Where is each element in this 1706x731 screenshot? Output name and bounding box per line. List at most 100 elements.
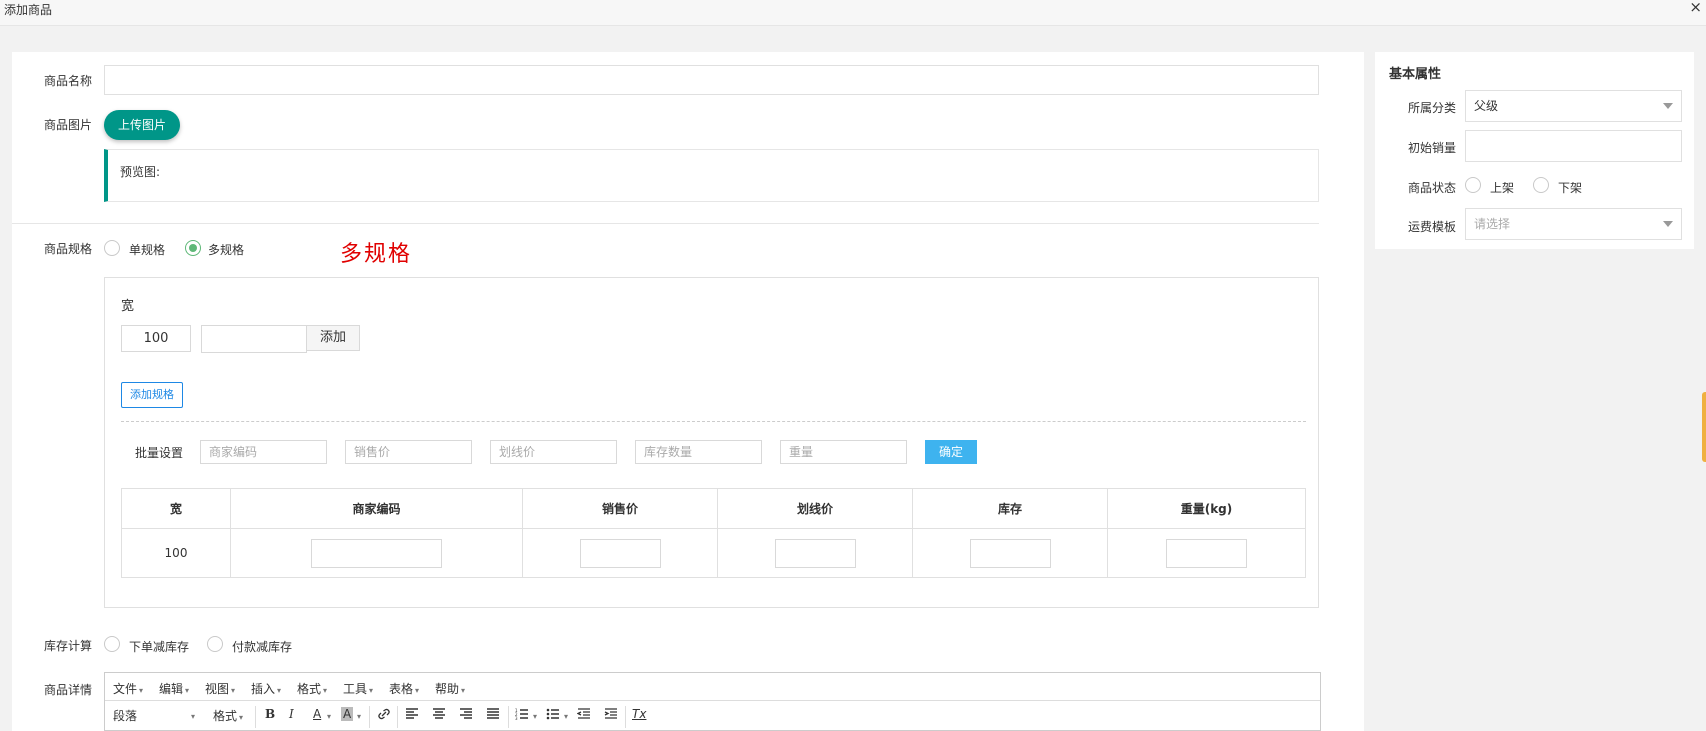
section-divider bbox=[12, 223, 1319, 224]
align-right-icon[interactable] bbox=[459, 707, 473, 724]
batch-sale-price-input[interactable]: 销售价 bbox=[345, 440, 472, 464]
font-color-icon[interactable]: A bbox=[313, 707, 321, 721]
product-name-input[interactable] bbox=[104, 65, 1319, 95]
spec-value-tag[interactable]: 100 bbox=[121, 325, 191, 352]
sku-table: 宽 商家编码 销售价 划线价 库存 重量(kg) 100 bbox=[121, 488, 1306, 578]
deduct-on-payment-label: 付款减库存 bbox=[232, 640, 293, 654]
editor-menubar: 文件 ▾ 编辑 ▾ 视图 ▾ 插入 ▾ 格式 ▾ 工具 ▾ 表格 ▾ 帮助 ▾ bbox=[105, 673, 1320, 701]
side-tab-handle[interactable] bbox=[1702, 392, 1706, 462]
menu-edit[interactable]: 编辑 ▾ bbox=[159, 680, 189, 697]
chevron-down-icon bbox=[1663, 221, 1673, 227]
batch-stock-input[interactable]: 库存数量 bbox=[635, 440, 762, 464]
paragraph-select[interactable]: 段落 bbox=[113, 707, 137, 724]
category-select[interactable]: 父级 bbox=[1465, 90, 1682, 122]
menu-insert[interactable]: 插入 ▾ bbox=[251, 680, 281, 697]
toolbar-divider bbox=[625, 706, 626, 728]
format-select[interactable]: 格式 ▾ bbox=[213, 707, 243, 724]
sku-original-price-cell bbox=[717, 528, 913, 578]
align-justify-icon[interactable] bbox=[486, 707, 500, 724]
indent-icon[interactable] bbox=[604, 707, 618, 724]
multi-spec-radio[interactable] bbox=[185, 240, 201, 256]
batch-confirm-button[interactable]: 确定 bbox=[925, 440, 977, 464]
col-spec-header: 宽 bbox=[121, 488, 231, 529]
col-weight-header: 重量(kg) bbox=[1107, 488, 1306, 529]
initial-sales-input[interactable] bbox=[1465, 130, 1682, 162]
sku-weight-input[interactable] bbox=[1166, 538, 1247, 568]
add-spec-value-button[interactable]: 添加 bbox=[306, 325, 360, 351]
deduct-on-order-label: 下单减库存 bbox=[129, 640, 190, 654]
col-merchant-code-header: 商家编码 bbox=[230, 488, 523, 529]
new-spec-value-input[interactable] bbox=[201, 325, 307, 353]
deduct-on-payment-radio[interactable] bbox=[207, 636, 223, 652]
menu-view[interactable]: 视图 ▾ bbox=[205, 680, 235, 697]
menu-file[interactable]: 文件 ▾ bbox=[113, 680, 143, 697]
toolbar-divider bbox=[397, 706, 398, 728]
sku-stock-cell bbox=[912, 528, 1108, 578]
bg-color-icon[interactable]: A bbox=[341, 707, 354, 721]
numbered-list-chevron-icon: ▾ bbox=[533, 712, 538, 721]
product-detail-label: 商品详情 bbox=[43, 683, 92, 697]
close-icon[interactable]: × bbox=[1689, 0, 1702, 16]
paragraph-chevron-down-icon: ▾ bbox=[191, 712, 196, 721]
sku-stock-input[interactable] bbox=[969, 538, 1051, 568]
menu-help[interactable]: 帮助 ▾ bbox=[435, 680, 465, 697]
align-left-icon[interactable] bbox=[405, 707, 419, 724]
single-spec-label: 单规格 bbox=[129, 243, 166, 257]
align-center-icon[interactable] bbox=[432, 707, 446, 724]
red-annotation: 多规格 bbox=[340, 242, 413, 267]
bullet-list-chevron-icon: ▾ bbox=[564, 712, 569, 721]
batch-original-price-input[interactable]: 划线价 bbox=[490, 440, 617, 464]
toolbar-divider bbox=[255, 706, 256, 728]
single-spec-radio[interactable] bbox=[104, 240, 120, 256]
multi-spec-panel: 宽 100 添加 添加规格 批量设置 商家编码 销售价 划线价 库存数量 重量 … bbox=[104, 277, 1319, 608]
upload-image-button[interactable]: 上传图片 bbox=[104, 110, 180, 140]
bullet-list-icon[interactable] bbox=[546, 707, 560, 724]
batch-weight-input[interactable]: 重量 bbox=[780, 440, 907, 464]
sku-sale-price-cell bbox=[522, 528, 718, 578]
status-on-shelf-label: 上架 bbox=[1490, 181, 1515, 195]
sku-weight-cell bbox=[1107, 528, 1306, 578]
initial-sales-label: 初始销量 bbox=[1407, 141, 1456, 155]
shipping-template-label: 运费模板 bbox=[1407, 220, 1456, 234]
svg-text:3: 3 bbox=[515, 716, 518, 721]
menu-table[interactable]: 表格 ▾ bbox=[389, 680, 419, 697]
table-header-row: 宽 商家编码 销售价 划线价 库存 重量(kg) bbox=[121, 488, 1306, 529]
clear-format-icon[interactable]: Tx bbox=[632, 707, 646, 721]
batch-settings-label: 批量设置 bbox=[135, 446, 184, 460]
shipping-template-select[interactable]: 请选择 bbox=[1465, 208, 1682, 240]
chevron-down-icon bbox=[1663, 103, 1673, 109]
stock-calc-label: 库存计算 bbox=[43, 639, 92, 653]
bold-icon[interactable]: B bbox=[265, 707, 275, 721]
menu-format[interactable]: 格式 ▾ bbox=[297, 680, 327, 697]
status-off-shelf-radio[interactable] bbox=[1533, 177, 1549, 193]
numbered-list-icon[interactable]: 123 bbox=[515, 707, 529, 724]
sku-sale-price-input[interactable] bbox=[579, 538, 661, 568]
status-on-shelf-radio[interactable] bbox=[1465, 177, 1481, 193]
outdent-icon[interactable] bbox=[576, 707, 591, 724]
italic-icon[interactable]: I bbox=[289, 707, 294, 721]
link-icon[interactable] bbox=[377, 707, 391, 724]
multi-spec-label: 多规格 bbox=[208, 243, 245, 257]
category-label: 所属分类 bbox=[1407, 101, 1456, 115]
batch-merchant-code-input[interactable]: 商家编码 bbox=[200, 440, 327, 464]
window-title: 添加商品 bbox=[4, 3, 53, 17]
shipping-template-placeholder: 请选择 bbox=[1474, 217, 1511, 231]
add-spec-button[interactable]: 添加规格 bbox=[121, 382, 183, 408]
menu-tools[interactable]: 工具 ▾ bbox=[343, 680, 373, 697]
table-row: 100 bbox=[121, 528, 1306, 578]
sku-merchant-code-input[interactable] bbox=[311, 538, 442, 568]
dashed-divider bbox=[121, 421, 1306, 422]
toolbar-divider bbox=[369, 706, 370, 728]
basic-attributes-title: 基本属性 bbox=[1389, 67, 1442, 82]
preview-label: 预览图: bbox=[120, 165, 161, 179]
col-sale-price-header: 销售价 bbox=[522, 488, 718, 529]
bg-color-chevron-icon: ▾ bbox=[357, 712, 362, 721]
product-image-label: 商品图片 bbox=[43, 118, 92, 132]
sku-original-price-input[interactable] bbox=[774, 538, 856, 568]
image-preview-box: 预览图: bbox=[104, 149, 1319, 202]
sku-spec-cell: 100 bbox=[121, 528, 231, 578]
deduct-on-order-radio[interactable] bbox=[104, 636, 120, 652]
sku-merchant-code-cell bbox=[230, 528, 523, 578]
font-color-chevron-icon: ▾ bbox=[327, 712, 332, 721]
col-stock-header: 库存 bbox=[912, 488, 1108, 529]
